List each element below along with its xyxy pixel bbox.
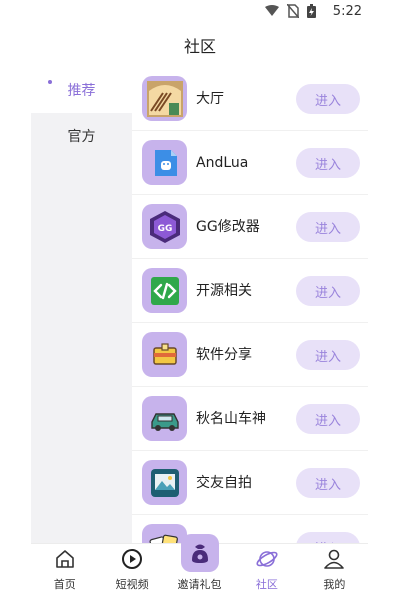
share-icon [142,332,187,377]
tab-label: 我的 [323,578,346,591]
active-indicator-dot [48,80,52,84]
svg-text:GG: GG [157,224,172,234]
tab-label: 短视频 [115,578,149,591]
community-list[interactable]: 大厅 进入 AndLua 进入 GG GG修改器 进入 开源相关 进入 软件分享… [132,67,368,543]
list-item[interactable]: 开源相关 进入 [132,259,368,323]
gift-icon [180,534,219,572]
enter-button[interactable]: 进入 [296,212,360,242]
enter-button[interactable]: 进入 [296,84,360,114]
list-item[interactable]: 秋名山车神 进入 [132,387,368,451]
andlua-icon [142,140,187,185]
title-bar: 社区 [0,32,400,62]
list-item-name: 开源相关 [196,283,252,299]
car-icon [142,396,187,441]
list-item-name: GG修改器 [196,219,260,235]
planet-icon [256,546,278,572]
home-icon [54,546,76,572]
enter-button[interactable]: 进入 [296,340,360,370]
gg-icon: GG [142,204,187,249]
enter-button[interactable]: 进入 [296,404,360,434]
sidebar-item-label: 推荐 [67,83,96,99]
status-icons [265,4,316,18]
cards-icon [142,524,187,543]
status-time: 5:22 [332,4,362,19]
list-item[interactable]: AndLua 进入 [132,131,368,195]
tab-label: 首页 [53,578,76,591]
list-item[interactable]: 交友自拍 进入 [132,451,368,515]
list-item-name: AndLua [196,155,249,171]
enter-button[interactable]: 进入 [296,532,360,543]
battery-icon [307,4,316,18]
tab-label: 社区 [255,578,278,591]
user-icon [323,546,345,572]
status-bar: 5:22 [0,0,400,24]
tab-home[interactable]: 首页 [31,544,98,600]
list-item-name: 秋名山车神 [196,411,266,427]
sidebar-item-official[interactable]: 官方 [31,113,132,159]
sidebar-item-recommend[interactable]: 推荐 [31,67,132,113]
list-item[interactable]: 进入 [132,515,368,543]
tab-label: 邀请礼包 [177,578,222,591]
play-icon [121,546,143,572]
page-title: 社区 [183,37,216,56]
code-icon [142,268,187,313]
tab-short-video[interactable]: 短视频 [98,544,165,600]
enter-button[interactable]: 进入 [296,276,360,306]
list-item[interactable]: 软件分享 进入 [132,323,368,387]
sidebar: 推荐 官方 [31,67,132,543]
list-item-name: 软件分享 [196,347,252,363]
list-item[interactable]: 大厅 进入 [132,67,368,131]
no-sim-icon [287,4,299,18]
sidebar-item-label: 官方 [67,129,96,145]
wifi-icon [265,5,279,16]
list-item[interactable]: GG GG修改器 进入 [132,195,368,259]
list-item-name: 大厅 [196,91,224,107]
tab-mine[interactable]: 我的 [301,544,368,600]
list-item-name: 交友自拍 [196,475,252,491]
enter-button[interactable]: 进入 [296,468,360,498]
tab-community[interactable]: 社区 [233,544,300,600]
hall-icon [142,76,187,121]
bottom-tab-bar: 首页 短视频 邀请礼包 社区 我的 [31,534,368,600]
enter-button[interactable]: 进入 [296,148,360,178]
photo-icon [142,460,187,505]
tab-invite-gift[interactable]: 邀请礼包 [166,534,233,600]
